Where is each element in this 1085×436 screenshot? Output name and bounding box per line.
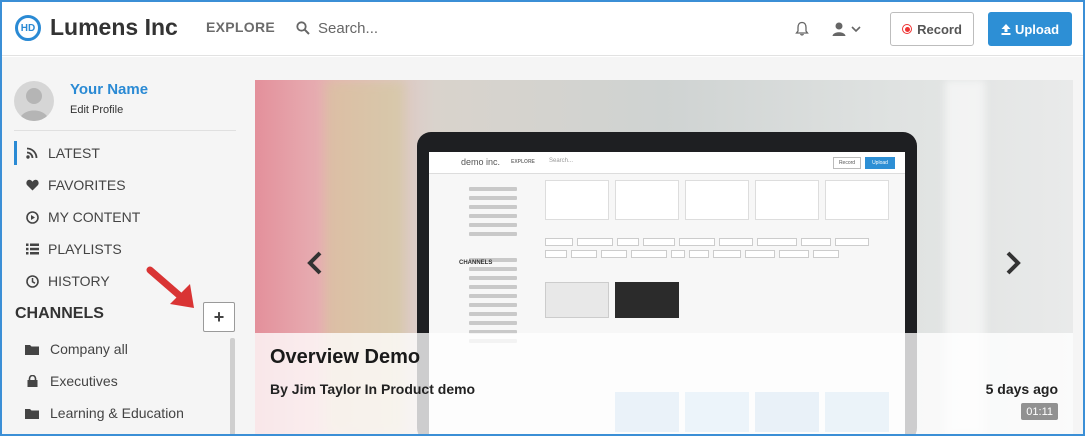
add-channel-button[interactable]: +	[203, 302, 235, 332]
chevron-left-icon[interactable]	[305, 250, 325, 276]
record-icon	[902, 24, 913, 34]
explore-link[interactable]: EXPLORE	[206, 19, 275, 35]
record-label: Record	[917, 21, 962, 37]
sidebar-item-favorites[interactable]: FAVORITES	[14, 173, 234, 197]
sidebar-item-label: MY CONTENT	[48, 209, 141, 225]
plus-icon: +	[213, 306, 225, 327]
heart-icon	[24, 177, 40, 193]
sidebar-item-latest[interactable]: LATEST	[14, 141, 234, 165]
top-bar: HD Lumens Inc EXPLORE Record Upload	[0, 0, 1085, 56]
logo-icon[interactable]: HD	[15, 15, 41, 41]
thumbnail-channels: CHANNELS	[459, 260, 493, 266]
profile-name[interactable]: Your Name	[70, 81, 148, 98]
sidebar-item-history[interactable]: HISTORY	[14, 269, 234, 293]
folder-icon	[24, 344, 40, 355]
thumbnail-header: demo inc. EXPLORE Search... Record Uploa…	[429, 152, 905, 174]
sidebar-item-label: HISTORY	[48, 273, 110, 289]
sidebar-item-my-content[interactable]: MY CONTENT	[14, 205, 234, 229]
upload-icon	[1001, 23, 1011, 35]
sidebar-item-label: FAVORITES	[48, 177, 126, 193]
thumbnail-explore: EXPLORE	[511, 159, 535, 165]
thumbnail-card	[615, 180, 679, 220]
duration-badge: 01:11	[1021, 403, 1058, 420]
channels-heading: CHANNELS	[15, 305, 104, 322]
thumbnail-record: Record	[833, 157, 861, 169]
avatar-icon	[19, 88, 49, 121]
bell-icon[interactable]	[794, 21, 810, 37]
brand-name[interactable]: Lumens Inc	[50, 14, 178, 41]
channel-label: Executives	[50, 373, 118, 389]
channel-item-executives[interactable]: Executives	[24, 370, 118, 392]
thumbnail-card	[685, 180, 749, 220]
channel-label: Learning & Education	[50, 405, 184, 421]
featured-title[interactable]: Overview Demo	[270, 346, 420, 369]
user-menu-icon[interactable]	[831, 21, 865, 37]
sidebar-item-label: LATEST	[48, 145, 100, 161]
thumbnail-upload: Upload	[865, 157, 895, 169]
sidebar-item-playlists[interactable]: PLAYLISTS	[14, 237, 234, 261]
upload-label: Upload	[1014, 21, 1060, 37]
clock-icon	[24, 273, 40, 289]
chevron-right-icon[interactable]	[1003, 250, 1023, 276]
avatar[interactable]	[14, 81, 54, 121]
rss-icon	[24, 145, 40, 161]
featured-video[interactable]: demo inc. EXPLORE Search... Record Uploa…	[255, 80, 1073, 436]
channel-item-company-all[interactable]: Company all	[24, 338, 128, 360]
thumbnail-card	[545, 180, 609, 220]
upload-button[interactable]: Upload	[988, 12, 1072, 46]
channel-item-learning-education[interactable]: Learning & Education	[24, 402, 184, 424]
folder-icon	[24, 408, 40, 419]
list-icon	[24, 241, 40, 257]
sidebar-item-label: PLAYLISTS	[48, 241, 122, 257]
edit-profile-link[interactable]: Edit Profile	[70, 104, 123, 116]
thumbnail-search: Search...	[549, 158, 574, 164]
sidebar-scrollbar[interactable]	[230, 338, 235, 436]
search-input[interactable]	[312, 14, 532, 42]
featured-age: 5 days ago	[985, 381, 1058, 397]
logo-text: HD	[20, 22, 36, 34]
thumbnail-card	[825, 180, 889, 220]
search-icon	[296, 21, 310, 35]
play-circle-icon	[24, 209, 40, 225]
thumbnail-brand: demo inc.	[461, 157, 501, 167]
record-button[interactable]: Record	[890, 12, 974, 46]
thumbnail-card	[755, 180, 819, 220]
annotation-arrow-icon	[146, 266, 194, 308]
featured-meta: By Jim Taylor In Product demo	[270, 381, 476, 397]
sidebar-divider	[14, 130, 236, 131]
channel-label: Company all	[50, 341, 128, 357]
lock-icon	[24, 375, 40, 387]
